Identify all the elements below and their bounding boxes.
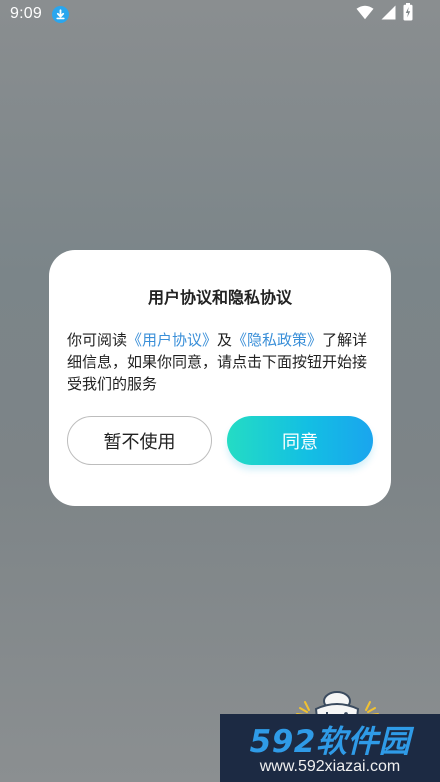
message-connector: 及	[217, 331, 233, 349]
message-lead: 你可阅读	[67, 331, 128, 349]
status-time: 9:09	[10, 5, 42, 22]
privacy-agreement-dialog: 用户协议和隐私协议 你可阅读《用户协议》及《隐私政策》了解详细信息，如果你同意，…	[49, 250, 391, 506]
battery-charging-icon	[403, 3, 413, 25]
privacy-policy-link[interactable]: 《隐私政策》	[232, 331, 322, 349]
wifi-icon	[356, 5, 374, 24]
user-agreement-link[interactable]: 《用户协议》	[127, 331, 217, 349]
watermark-brand: 592软件园	[249, 723, 411, 760]
status-bar: 9:09	[0, 0, 440, 30]
status-icons	[356, 3, 413, 25]
decline-button[interactable]: 暂不使用	[67, 416, 212, 465]
cellular-signal-icon	[381, 5, 396, 24]
dialog-message: 你可阅读《用户协议》及《隐私政策》了解详细信息，如果你同意，请点击下面按钮开始接…	[67, 329, 373, 395]
dialog-title: 用户协议和隐私协议	[147, 288, 292, 307]
agree-button[interactable]: 同意	[227, 416, 373, 465]
watermark-url: www.592xiazai.com	[259, 758, 401, 775]
download-icon	[52, 6, 69, 23]
watermark-banner: 592软件园 www.592xiazai.com	[220, 714, 440, 782]
